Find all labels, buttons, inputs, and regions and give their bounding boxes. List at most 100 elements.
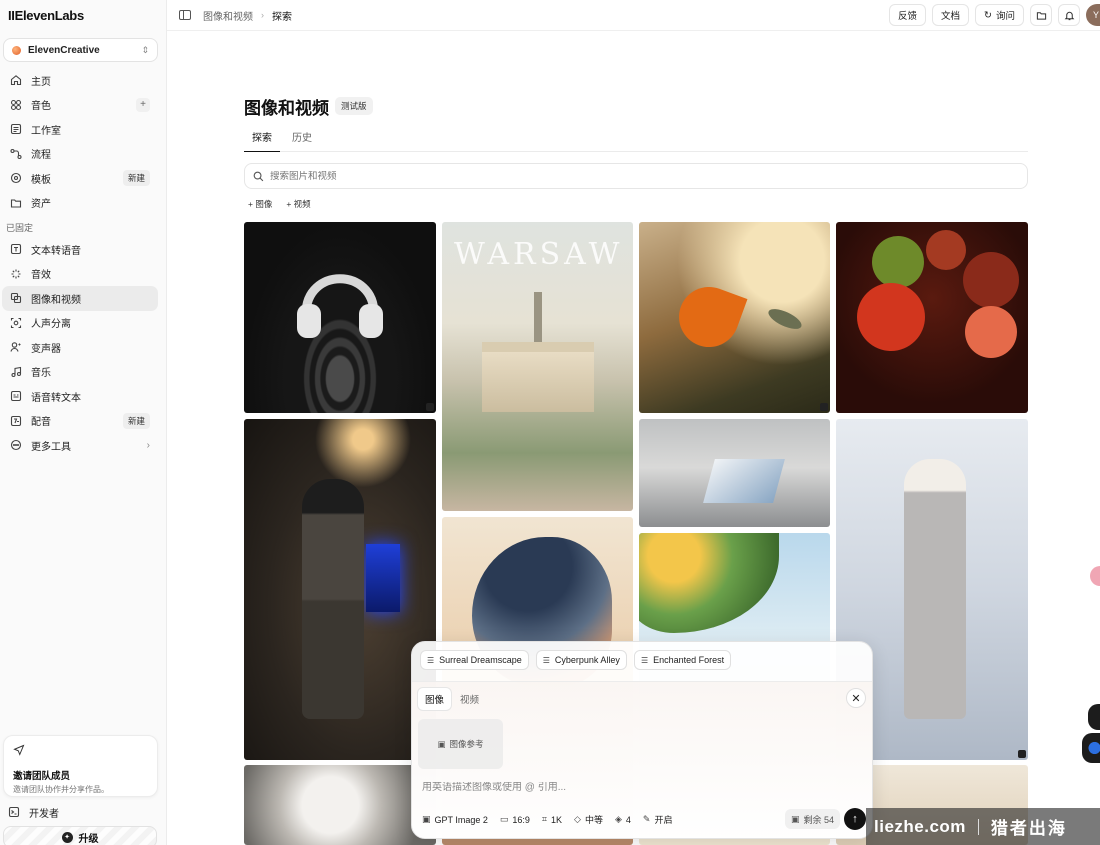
- preset-label: Enchanted Forest: [653, 655, 725, 665]
- sidebar-item-music[interactable]: 音乐: [2, 360, 158, 385]
- sidebar-item-voice-changer[interactable]: 变声器: [2, 335, 158, 360]
- sidebar-item-templates[interactable]: 模板 新建: [2, 166, 158, 191]
- watermark-divider: [977, 818, 979, 835]
- gallery-tile-portrait-bw[interactable]: [244, 765, 436, 845]
- sidebar-item-dubbing[interactable]: 配音 新建: [2, 409, 158, 434]
- sidebar-item-text-to-speech[interactable]: 文本转语音: [2, 237, 158, 262]
- template-icon: [10, 172, 22, 184]
- send-icon: [13, 744, 29, 760]
- blue-doorway: [366, 544, 400, 612]
- floating-assistant-widget[interactable]: [1082, 733, 1100, 763]
- dubbing-icon: [10, 415, 22, 427]
- credits-label: 剩余 54: [803, 814, 834, 825]
- image-video-icon: [10, 292, 22, 304]
- invite-team-card[interactable]: 邀请团队成员 邀请团队协作并分享作品。: [3, 735, 158, 797]
- gallery-tile-man-tunnel[interactable]: [244, 419, 436, 760]
- chevron-updown-icon: ⇕: [141, 44, 149, 55]
- notifications-button[interactable]: [1058, 4, 1080, 26]
- voice-changer-icon: [10, 341, 22, 353]
- sidebar-item-label: 流程: [31, 150, 51, 162]
- gallery-tile-hummingbird[interactable]: [639, 222, 830, 413]
- sidebar-item-label: 模板: [31, 174, 51, 186]
- preset-enchanted-forest[interactable]: ☰ Enchanted Forest: [633, 650, 732, 670]
- flow-icon: [10, 148, 22, 160]
- watermark-domain: liezhe.com: [874, 816, 966, 836]
- add-voice-button[interactable]: +: [136, 97, 150, 112]
- pinned-section-label: 已固定: [6, 222, 34, 233]
- gallery-tile-warsaw[interactable]: WARSAW: [442, 222, 633, 511]
- logo[interactable]: IIElevenLabs: [8, 8, 84, 23]
- sliders-icon: ☰: [427, 655, 435, 665]
- tab-explore[interactable]: 探索: [244, 124, 280, 152]
- workspace-switcher[interactable]: ElevenCreative ⇕: [3, 38, 158, 62]
- prompt-input[interactable]: [422, 782, 842, 793]
- orange-flower: [670, 278, 748, 356]
- upgrade-button[interactable]: ✦ 升级: [3, 826, 157, 845]
- mode-tab-video[interactable]: 视频: [453, 688, 486, 710]
- aspect-ratio-selector[interactable]: ▭ 16:9: [500, 814, 530, 825]
- generation-options: ▣ GPT Image 2 ▭ 16:9 ⌗ 1K ◇ 中等 ◈ 4 ✎ 开启: [422, 813, 672, 826]
- crop-icon: ⌗: [541, 814, 547, 824]
- feedback-button[interactable]: 反馈: [888, 4, 926, 26]
- close-icon[interactable]: ✕: [846, 688, 866, 708]
- page-tabs: 探索 历史: [244, 124, 1028, 152]
- count-selector[interactable]: ◈ 4: [615, 814, 631, 825]
- video-badge-icon: [426, 403, 434, 411]
- docs-button[interactable]: 文档: [932, 4, 970, 26]
- resolution-label: 1K: [551, 814, 563, 825]
- tomatoes-illustration: [857, 230, 1019, 358]
- sparkle-icon: ✦: [61, 831, 73, 843]
- sidebar-item-voices[interactable]: 音色 +: [2, 93, 158, 118]
- workspace-name: ElevenCreative: [28, 44, 100, 56]
- model-selector[interactable]: ▣ GPT Image 2: [422, 814, 488, 825]
- new-badge: 新建: [122, 412, 150, 429]
- gallery-tile-headphones[interactable]: [244, 222, 436, 413]
- sidebar-toggle-icon[interactable]: [179, 10, 191, 20]
- gallery-tile-laptop-room[interactable]: [639, 419, 830, 527]
- folder-button[interactable]: [1030, 4, 1052, 26]
- invite-subtitle: 邀请团队协作并分享作品。: [13, 785, 109, 794]
- preset-surreal-dreamscape[interactable]: ☰ Surreal Dreamscape: [420, 650, 529, 670]
- sidebar-item-label: 变声器: [31, 343, 61, 355]
- standing-figure: [302, 479, 364, 719]
- speech-to-text-icon: [10, 390, 22, 402]
- developer-link[interactable]: 开发者: [2, 802, 158, 822]
- filter-video-chip[interactable]: + 视频: [282, 196, 314, 211]
- magic-wand-icon: ✎: [642, 814, 651, 824]
- sidebar-item-more-tools[interactable]: 更多工具 ›: [2, 433, 158, 458]
- preset-label: Surreal Dreamscape: [439, 655, 522, 665]
- layers-icon: ◈: [614, 814, 622, 824]
- quality-selector[interactable]: ◇ 中等: [574, 813, 603, 826]
- gallery-tile-tomatoes[interactable]: [836, 222, 1028, 413]
- sidebar-item-studio[interactable]: 工作室: [2, 117, 158, 142]
- sidebar-item-image-video[interactable]: 图像和视频: [2, 286, 158, 311]
- search-input[interactable]: [270, 170, 1019, 182]
- image-reference-button[interactable]: ▣ 图像参考: [418, 719, 503, 769]
- sidebar-item-flow[interactable]: 流程: [2, 142, 158, 167]
- sidebar-item-voice-isolator[interactable]: 人声分离: [2, 311, 158, 336]
- voice-isolator-icon: [10, 317, 22, 329]
- count-label: 4: [625, 814, 631, 825]
- preset-cyberpunk-alley[interactable]: ☰ Cyberpunk Alley: [535, 650, 627, 670]
- sidebar-item-assets[interactable]: 资产: [2, 191, 158, 216]
- more-tools-icon: [10, 439, 22, 451]
- breadcrumb-parent[interactable]: 图像和视频: [203, 8, 253, 23]
- composer-body: 图像 视频 ✕ ▣ 图像参考 ▣GPT Image 2 ▭16:9 ⌗ 1K ◇中…: [412, 681, 872, 838]
- avatar[interactable]: Y: [1086, 4, 1100, 26]
- enhance-toggle[interactable]: ✎ 开启: [643, 813, 673, 826]
- floating-pink-tab[interactable]: [1090, 566, 1100, 586]
- filter-image-chip[interactable]: + 图像: [244, 196, 276, 211]
- resolution-selector[interactable]: ⌗ 1K: [542, 814, 562, 825]
- tab-history[interactable]: 历史: [284, 124, 320, 152]
- sidebar-item-label: 音乐: [31, 368, 51, 380]
- mode-tab-image[interactable]: 图像: [418, 688, 452, 710]
- inquiry-button[interactable]: ↻ 询问: [975, 4, 1024, 26]
- sidebar-item-home[interactable]: 主页: [2, 68, 158, 93]
- generate-button[interactable]: ↑: [844, 808, 866, 830]
- chevron-right-icon: ›: [261, 10, 264, 20]
- credits-remaining: ▣ 剩余 54: [784, 809, 840, 829]
- sidebar-item-speech-to-text[interactable]: 语音转文本: [2, 384, 158, 409]
- sidebar-item-sound-effects[interactable]: 音效: [2, 262, 158, 287]
- topbar: 图像和视频 › 探索 反馈 文档 ↻ 询问 Y: [167, 0, 1100, 31]
- floating-chat-widget[interactable]: [1088, 704, 1100, 730]
